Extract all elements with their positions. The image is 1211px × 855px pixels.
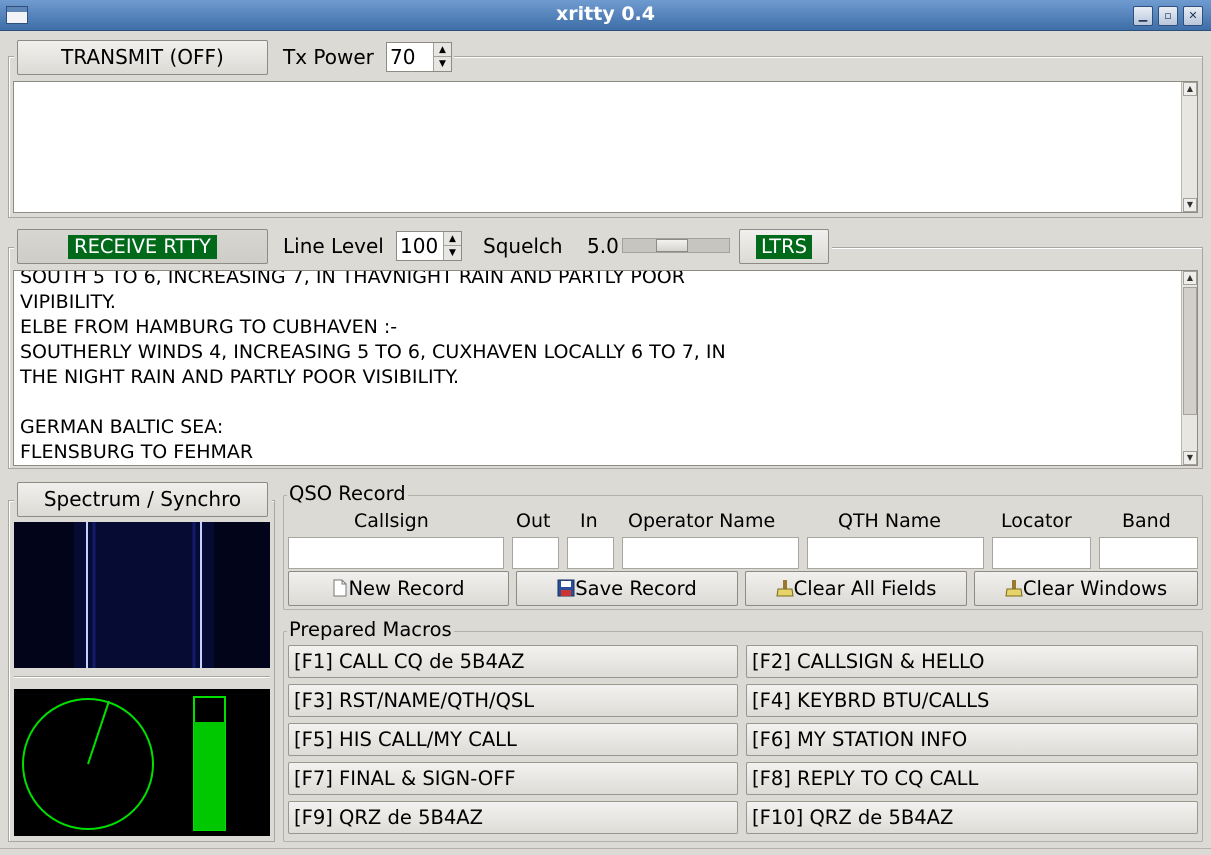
band-field[interactable] — [1099, 537, 1198, 569]
squelch-value: 5.0 — [587, 234, 619, 258]
transmit-scrollbar[interactable]: ▲ ▼ — [1181, 82, 1197, 212]
clear-all-fields-label: Clear All Fields — [793, 577, 937, 600]
tx-power-value: 70 — [390, 45, 416, 69]
in-header: In — [580, 510, 598, 532]
spin-up-icon[interactable]: ▲ — [433, 43, 451, 57]
callsign-field[interactable] — [288, 537, 504, 569]
receive-text-line: FLENSBURG TO FEHMAR — [20, 441, 254, 463]
receive-text-area[interactable]: SOUTH 5 TO 6, INCREASING 7, IN THAVNIGHT… — [13, 270, 1198, 466]
macro-f7-button[interactable]: [F7] FINAL & SIGN-OFF — [288, 762, 738, 795]
line-level-spinner[interactable]: 100 ▲ ▼ — [396, 231, 462, 261]
macro-f8-button[interactable]: [F8] REPLY TO CQ CALL — [746, 762, 1198, 795]
spectrum-waterfall — [14, 522, 270, 668]
rst-in-field[interactable] — [567, 537, 614, 569]
scroll-down-icon[interactable]: ▼ — [1183, 451, 1197, 465]
transmit-button[interactable]: TRANSMIT (OFF) — [17, 40, 268, 75]
spectrum-synchro-button[interactable]: Spectrum / Synchro — [17, 482, 268, 517]
window-title: xritty 0.4 — [556, 3, 655, 25]
spin-down-icon[interactable]: ▼ — [443, 246, 461, 260]
operator-name-field[interactable] — [622, 537, 799, 569]
save-record-label: Save Record — [575, 577, 697, 600]
close-icon[interactable]: ✕ — [1183, 6, 1203, 26]
ltrs-indicator: LTRS — [755, 235, 813, 259]
save-record-button[interactable]: Save Record — [516, 571, 738, 606]
operator-name-header: Operator Name — [628, 510, 776, 532]
band-header: Band — [1122, 510, 1171, 532]
callsign-header: Callsign — [354, 510, 429, 532]
macro-f4-button[interactable]: [F4] KEYBRD BTU/CALLS — [746, 684, 1198, 717]
squelch-label: Squelch — [483, 234, 563, 258]
receive-scrollbar[interactable]: ▲ ▼ — [1181, 271, 1197, 465]
spin-up-icon[interactable]: ▲ — [443, 232, 461, 246]
macro-f1-button[interactable]: [F1] CALL CQ de 5B4AZ — [288, 645, 738, 678]
receive-button[interactable]: RECEIVE RTTY — [17, 229, 268, 264]
receive-text-line: VIPIBILITY. — [20, 291, 116, 313]
document-icon — [333, 579, 347, 597]
maximize-icon[interactable]: ▫ — [1158, 6, 1178, 26]
scroll-up-icon[interactable]: ▲ — [1183, 82, 1197, 96]
qth-name-field[interactable] — [807, 537, 984, 569]
macro-f5-button[interactable]: [F5] HIS CALL/MY CALL — [288, 723, 738, 756]
receive-text-line: ELBE FROM HAMBURG TO CUBHAVEN :- — [20, 316, 398, 338]
receive-text-line: THE NIGHT RAIN AND PARTLY POOR VISIBILIT… — [20, 366, 460, 388]
status-strip — [0, 848, 1211, 855]
receive-text-line: GERMAN BALTIC SEA: — [20, 416, 224, 438]
macro-f10-button[interactable]: [F10] QRZ de 5B4AZ — [746, 801, 1198, 834]
macro-f3-button[interactable]: [F3] RST/NAME/QTH/QSL — [288, 684, 738, 717]
receive-text-line: SOUTH 5 TO 6, INCREASING 7, IN THAVNIGHT… — [20, 270, 685, 288]
clear-all-fields-button[interactable]: Clear All Fields — [745, 571, 967, 606]
tuning-scope-graphic — [22, 696, 226, 831]
new-record-label: New Record — [348, 577, 465, 600]
broom-icon — [776, 580, 794, 597]
clear-windows-button[interactable]: Clear Windows — [974, 571, 1198, 606]
macro-f6-button[interactable]: [F6] MY STATION INFO — [746, 723, 1198, 756]
squelch-slider[interactable] — [622, 238, 730, 253]
scroll-thumb[interactable] — [1183, 287, 1197, 415]
locator-field[interactable] — [992, 537, 1091, 569]
waterfall-graphic — [74, 522, 214, 668]
qth-name-header: QTH Name — [838, 510, 941, 532]
tx-power-spinner[interactable]: 70 ▲ ▼ — [386, 42, 452, 72]
locator-header: Locator — [1001, 510, 1072, 532]
synchro-scope — [14, 689, 270, 836]
receive-rtty-indicator: RECEIVE RTTY — [68, 235, 217, 259]
ltrs-button[interactable]: LTRS — [739, 229, 829, 264]
scroll-up-icon[interactable]: ▲ — [1183, 271, 1197, 285]
title-bar: xritty 0.4 ▁ ▫ ✕ — [0, 0, 1211, 31]
prepared-macros-title: Prepared Macros — [287, 618, 454, 641]
clear-windows-label: Clear Windows — [1022, 577, 1168, 600]
squelch-slider-handle[interactable] — [656, 239, 688, 252]
divider — [14, 676, 270, 678]
receive-text-line: SOUTHERLY WINDS 4, INCREASING 5 TO 6, CU… — [20, 341, 726, 363]
minimize-icon[interactable]: ▁ — [1133, 6, 1153, 26]
tx-power-label: Tx Power — [283, 45, 374, 69]
rst-out-field[interactable] — [512, 537, 559, 569]
out-header: Out — [516, 510, 551, 532]
floppy-disk-icon — [557, 579, 575, 597]
scroll-down-icon[interactable]: ▼ — [1183, 198, 1197, 212]
spin-down-icon[interactable]: ▼ — [433, 57, 451, 71]
line-level-label: Line Level — [283, 234, 384, 258]
receive-text-line — [20, 390, 726, 415]
macro-f9-button[interactable]: [F9] QRZ de 5B4AZ — [288, 801, 738, 834]
qso-record-title: QSO Record — [287, 482, 408, 505]
transmit-text-area[interactable] — [13, 81, 1198, 213]
macro-f2-button[interactable]: [F2] CALLSIGN & HELLO — [746, 645, 1198, 678]
line-level-value: 100 — [400, 234, 439, 258]
new-record-button[interactable]: New Record — [288, 571, 509, 606]
broom-icon — [1005, 580, 1023, 597]
